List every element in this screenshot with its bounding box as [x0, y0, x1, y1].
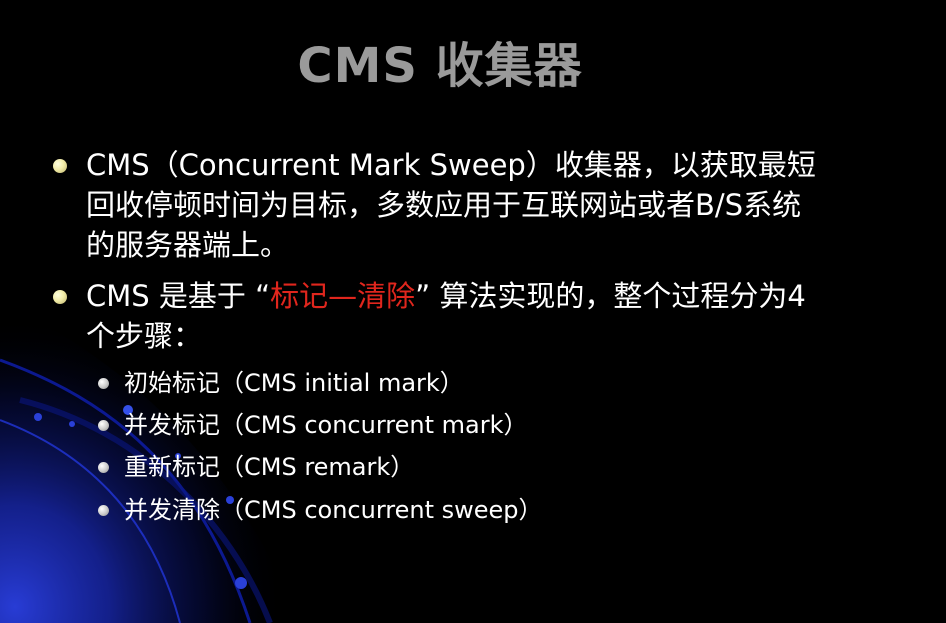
step-item-1: 初始标记（CMS initial mark） [98, 366, 824, 400]
step-3-text: 重新标记（CMS remark） [124, 453, 415, 481]
step-4-text: 并发清除（CMS concurrent sweep） [124, 496, 543, 524]
bullet-dot-icon [53, 159, 67, 173]
bullet-2-highlight: 标记—清除 [270, 279, 416, 313]
bullet-dot-icon [53, 290, 67, 304]
sub-bullet-dot-icon [98, 462, 109, 473]
slide-title: CMS 收集器 [297, 38, 583, 94]
bullet-1: CMS（Concurrent Mark Sweep）收集器，以获取最短回收停顿时… [53, 145, 826, 265]
sub-bullet-dot-icon [98, 420, 109, 431]
bullet-1-text: CMS（Concurrent Mark Sweep）收集器，以获取最短回收停顿时… [86, 148, 816, 262]
bullet-2-prefix: CMS 是基于 “ [86, 279, 271, 313]
step-item-4: 并发清除（CMS concurrent sweep） [98, 493, 824, 527]
bullet-2: CMS 是基于 “标记—清除” 算法实现的，整个过程分为4个步骤： [53, 276, 826, 356]
step-item-2: 并发标记（CMS concurrent mark） [98, 408, 824, 442]
sub-bullet-dot-icon [98, 378, 109, 389]
sub-bullet-dot-icon [98, 505, 109, 516]
step-1-text: 初始标记（CMS initial mark） [124, 369, 464, 397]
step-2-text: 并发标记（CMS concurrent mark） [124, 411, 528, 439]
slide: CMS 收集器 CMS（Concurrent Mark Sweep）收集器，以获… [0, 0, 946, 623]
step-item-3: 重新标记（CMS remark） [98, 450, 824, 484]
